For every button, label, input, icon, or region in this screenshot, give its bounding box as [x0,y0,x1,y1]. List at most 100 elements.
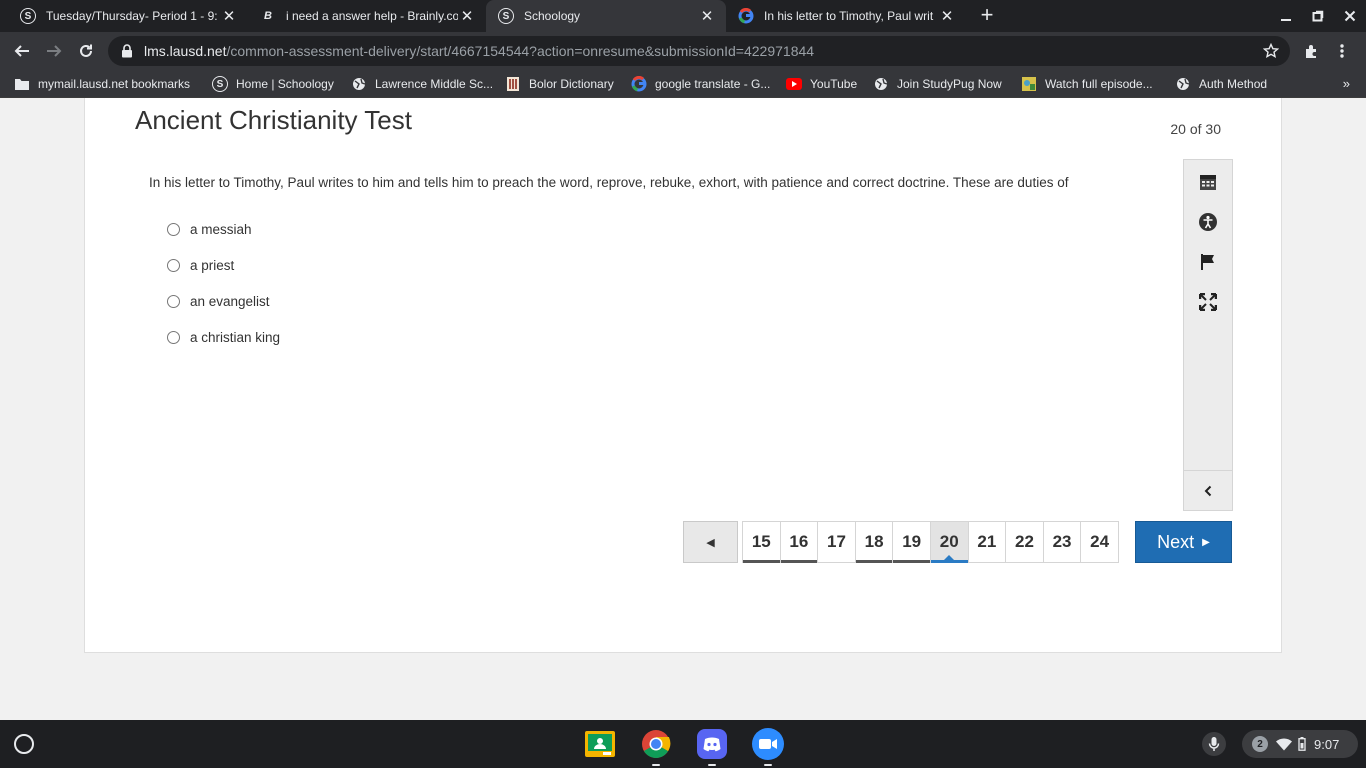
page-button-17[interactable]: 17 [817,521,856,563]
fullscreen-icon[interactable] [1196,290,1220,314]
bookmark-label: Join StudyPug Now [897,77,1002,91]
lock-icon[interactable] [120,44,134,58]
battery-icon [1298,737,1306,751]
maximize-icon[interactable] [1302,0,1334,32]
choice-label: a priest [190,257,235,273]
answer-choice[interactable]: a christian king [167,327,280,347]
new-tab-button[interactable]: + [976,4,998,26]
extensions-icon[interactable] [1298,37,1326,65]
bookmark-label: Lawrence Middle Sc... [375,77,494,91]
answer-choice[interactable]: a messiah [167,219,252,239]
radio-button[interactable] [167,222,180,236]
page-button-24[interactable]: 24 [1080,521,1119,563]
close-window-icon[interactable] [1334,0,1366,32]
previous-question-button[interactable]: ◀ [683,521,738,563]
dictionary-icon [505,76,521,92]
radio-button[interactable] [167,330,180,344]
bookmark-item[interactable]: YouTube [786,75,857,93]
page-button-19[interactable]: 19 [892,521,931,563]
youtube-icon [786,76,802,92]
bookmark-label: google translate - G... [655,77,771,91]
next-button[interactable]: Next ▶ [1135,521,1232,563]
launcher-icon[interactable] [14,734,34,754]
page-title: Ancient Christianity Test [135,105,412,135]
system-tray[interactable]: 2 9:07 [1242,730,1358,758]
bookmarks-bar: mymail.lausd.net bookmarks S Home | Scho… [0,70,1366,98]
running-indicator [708,764,716,766]
os-shelf: 2 9:07 [0,720,1366,768]
radio-button[interactable] [167,294,180,308]
assessment-card: Ancient Christianity Test 20 of 30 In hi… [84,98,1282,653]
reload-icon[interactable] [72,37,100,65]
answer-choice[interactable]: an evangelist [167,291,270,311]
bookmark-label: mymail.lausd.net bookmarks [38,77,191,91]
question-pager: 15 16 17 18 19 20 21 22 23 24 [742,521,1119,563]
discord-icon[interactable] [696,728,728,766]
address-bar[interactable]: lms.lausd.net/common-assessment-delivery… [108,36,1290,66]
browser-tab-3[interactable]: S Schoology ✕ [486,0,726,32]
page-button-16[interactable]: 16 [779,521,819,563]
bookmark-item[interactable]: mymail.lausd.net bookmarks [14,75,190,93]
url-text[interactable]: lms.lausd.net/common-assessment-delivery… [144,43,814,59]
tab-title: Schoology [524,9,581,23]
tab-title: In his letter to Timothy, Paul writ [764,9,934,23]
page-button-15[interactable]: 15 [742,521,781,563]
browser-tab-2[interactable]: B i need a answer help - Brainly.co ✕ [248,0,486,32]
forward-arrow-icon[interactable] [40,37,68,65]
accessibility-icon[interactable] [1196,210,1220,234]
bookmark-star-icon[interactable] [1262,42,1280,60]
google-icon [738,8,754,24]
close-icon[interactable]: ✕ [938,7,956,25]
back-arrow-icon[interactable] [8,37,36,65]
close-icon[interactable]: ✕ [698,7,716,25]
schoology-icon: S [212,76,228,92]
page-viewport: Ancient Christianity Test 20 of 30 In hi… [0,98,1366,720]
bookmark-label: Auth Method [1199,77,1268,91]
more-bookmarks-chevron-icon[interactable]: » [1343,76,1350,91]
chrome-icon[interactable] [640,728,672,766]
page-button-22[interactable]: 22 [1005,521,1044,563]
notification-badge[interactable]: 2 [1252,736,1268,752]
minimize-icon[interactable] [1270,0,1302,32]
next-button-label: Next [1157,531,1195,552]
page-button-21[interactable]: 21 [967,521,1007,563]
tools-panel [1183,159,1233,511]
calendar-icon[interactable] [1196,170,1220,194]
bookmark-item[interactable]: Watch full episode... [1021,75,1153,93]
close-icon[interactable]: ✕ [220,7,238,25]
page-button-23[interactable]: 23 [1042,521,1082,563]
bookmark-label: YouTube [810,77,858,91]
radio-button[interactable] [167,258,180,272]
bookmark-item[interactable]: Bolor Dictionary [505,75,614,93]
bookmark-item[interactable]: S Home | Schoology [212,75,334,93]
tab-strip: S Tuesday/Thursday- Period 1 - 9: ✕ B i … [0,0,1366,32]
menu-icon[interactable] [1328,37,1356,65]
bookmark-item[interactable]: google translate - G... [631,75,770,93]
globe-icon [1175,76,1191,92]
answer-choice[interactable]: a priest [167,255,234,275]
collapse-panel-chevron-icon[interactable] [1184,470,1232,510]
zoom-icon[interactable] [752,728,784,766]
url-host: lms.lausd.net [144,43,227,59]
flag-icon[interactable] [1196,250,1220,274]
page-button-20[interactable]: 20 [929,521,969,563]
microphone-icon[interactable] [1202,732,1226,756]
browser-toolbar: lms.lausd.net/common-assessment-delivery… [0,32,1366,70]
choice-label: a christian king [190,329,281,345]
browser-tab-4[interactable]: In his letter to Timothy, Paul writ ✕ [726,0,966,32]
play-arrow-icon: ▶ [1202,536,1210,548]
close-icon[interactable]: ✕ [458,7,476,25]
page-button-18[interactable]: 18 [854,521,894,563]
browser-tab-1[interactable]: S Tuesday/Thursday- Period 1 - 9: ✕ [8,0,248,32]
classroom-icon[interactable] [584,728,616,760]
bookmark-label: Watch full episode... [1045,77,1153,91]
bookmark-item[interactable]: Join StudyPug Now [873,75,1002,93]
bookmark-item[interactable]: Lawrence Middle Sc... [351,75,493,93]
question-progress: 20 of 30 [1170,121,1221,137]
globe-icon [351,76,367,92]
question-text: In his letter to Timothy, Paul writes to… [149,175,1069,190]
brainly-icon: B [264,10,272,22]
bookmark-item[interactable]: Auth Method [1175,75,1267,93]
choice-label: a messiah [190,221,252,237]
video-icon [1021,76,1037,92]
